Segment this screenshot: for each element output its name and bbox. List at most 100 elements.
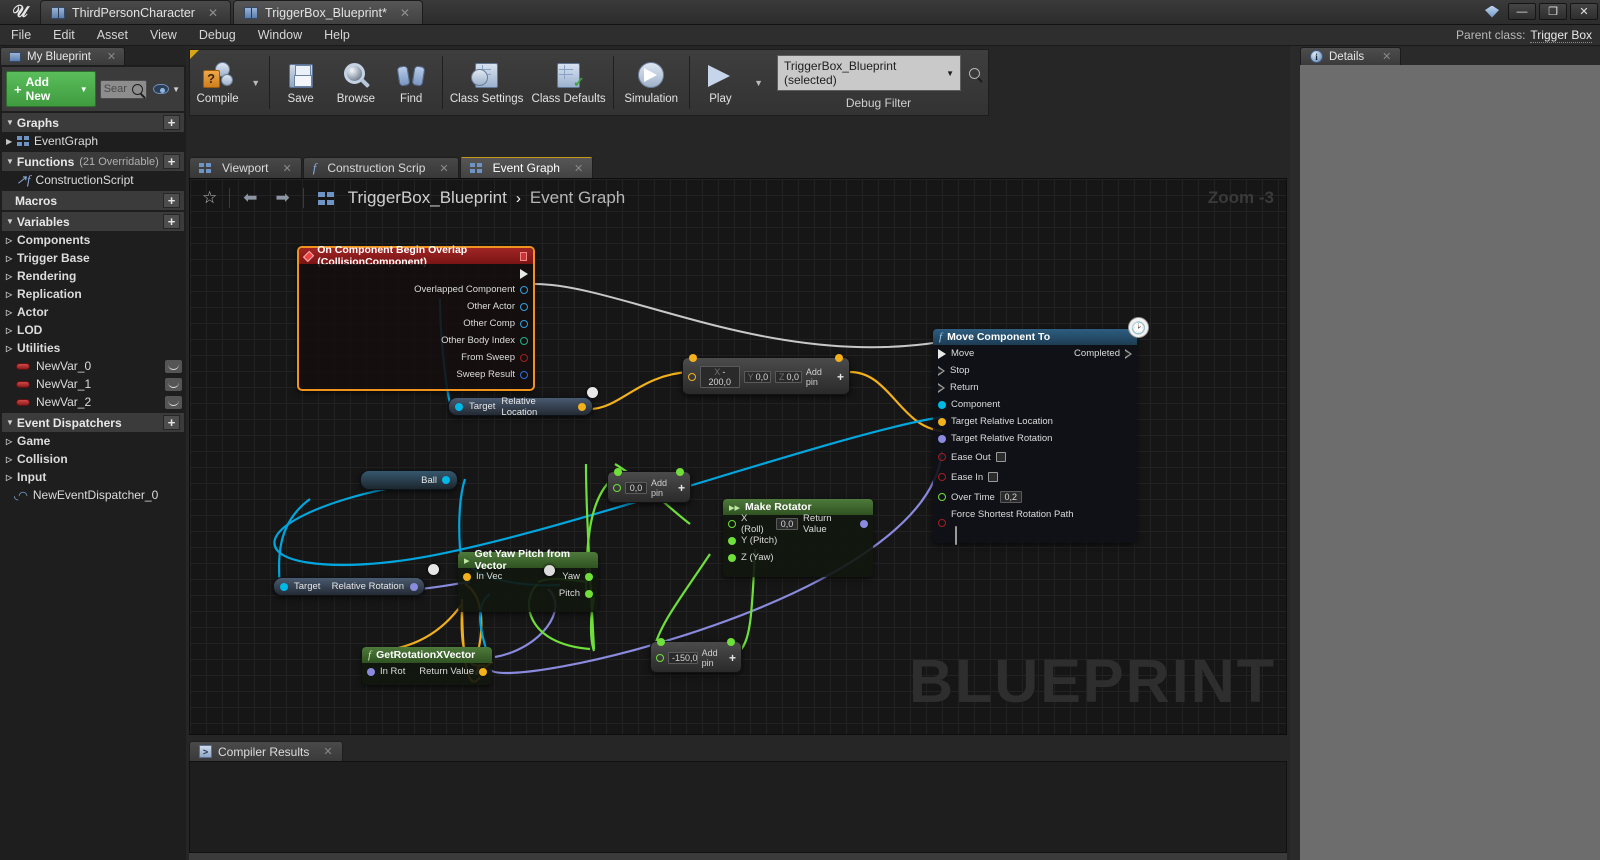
- float-output-pin-icon[interactable]: [676, 468, 684, 476]
- wire-reroute-knot[interactable]: [587, 387, 598, 398]
- object-output-pin-icon[interactable]: [442, 476, 450, 484]
- node-variable-ball[interactable]: Ball: [360, 470, 458, 490]
- close-icon[interactable]: ✕: [282, 162, 291, 175]
- roll-value-field[interactable]: 0,0: [776, 517, 799, 530]
- pin-other-actor[interactable]: Other Actor: [299, 298, 533, 315]
- node-get-relative-location[interactable]: Target Relative Location: [448, 396, 593, 418]
- simulation-button[interactable]: Simulation: [616, 50, 685, 115]
- node-make-vector[interactable]: X -200,0 Y 0,0 Z 0,0 Add pin +: [682, 354, 850, 395]
- window-tab-triggerbox-blueprint[interactable]: TriggerBox_Blueprint* ✕: [233, 0, 423, 24]
- search-icon[interactable]: [969, 67, 980, 79]
- float-value-field[interactable]: -150,0: [668, 652, 698, 664]
- dispatcher-item-neweventdispatcher-0[interactable]: ◟◠ NewEventDispatcher_0: [0, 486, 186, 504]
- compiler-results-list[interactable]: [189, 761, 1287, 853]
- close-icon[interactable]: ✕: [323, 745, 332, 758]
- force-shortest-rotation-path-checkbox[interactable]: [955, 526, 957, 545]
- variable-item-newvar-2[interactable]: NewVar_2: [0, 393, 186, 411]
- pin-ease-out[interactable]: Ease Out: [933, 447, 1137, 467]
- add-new-button[interactable]: + Add New ▼: [6, 71, 96, 107]
- variable-visibility-toggle[interactable]: [165, 377, 182, 391]
- pin-y-pitch[interactable]: Y (Pitch): [723, 532, 873, 549]
- add-graph-button[interactable]: +: [163, 115, 180, 130]
- pin-sweep-result[interactable]: Sweep Result: [299, 366, 533, 383]
- expand-triangle-icon[interactable]: ▷: [6, 344, 12, 353]
- float-input-pin-icon[interactable]: [657, 638, 665, 646]
- pin-x-roll[interactable]: X (Roll) 0,0 Return Value: [723, 513, 873, 535]
- pin-target-relative-rotation[interactable]: Target Relative Rotation: [933, 430, 1137, 447]
- expand-triangle-icon[interactable]: ▷: [6, 254, 12, 263]
- section-macros[interactable]: Macros +: [2, 191, 184, 210]
- tab-details[interactable]: i Details ✕: [1300, 47, 1402, 65]
- save-button[interactable]: Save: [273, 50, 328, 115]
- tab-viewport[interactable]: Viewport ✕: [189, 157, 302, 178]
- float-output-pin-icon[interactable]: [727, 638, 735, 646]
- ease-in-checkbox[interactable]: [988, 472, 999, 482]
- section-graphs[interactable]: ▼ Graphs +: [2, 113, 184, 132]
- expand-triangle-icon[interactable]: ▷: [6, 236, 12, 245]
- float-input-pin-icon[interactable]: [614, 468, 622, 476]
- node-get-rotation-x-vector[interactable]: f GetRotationXVector In Rot Return Value: [362, 647, 492, 685]
- section-functions[interactable]: ▼ Functions (21 Overridable) +: [2, 152, 184, 171]
- target-pin-icon[interactable]: [280, 582, 288, 591]
- dispatcher-category-game[interactable]: ▷ Game: [0, 432, 186, 450]
- node-get-yaw-pitch-from-vector[interactable]: ▸ Get Yaw Pitch from Vector In Vec Yaw P…: [458, 548, 598, 612]
- close-icon[interactable]: ✕: [1382, 50, 1391, 63]
- variable-category-actor[interactable]: ▷ Actor: [0, 303, 186, 321]
- pin-z-yaw[interactable]: Z (Yaw): [723, 549, 873, 566]
- expand-triangle-icon[interactable]: ▶: [6, 137, 12, 146]
- variable-category-utilities[interactable]: ▷ Utilities: [0, 339, 186, 357]
- target-pin-icon[interactable]: [455, 402, 463, 411]
- list-item-eventgraph[interactable]: ▶ EventGraph: [0, 132, 186, 150]
- restore-button[interactable]: ❐: [1539, 3, 1567, 20]
- close-icon[interactable]: ✕: [574, 162, 583, 175]
- menu-item-help[interactable]: Help: [313, 25, 361, 46]
- add-variable-button[interactable]: +: [163, 214, 180, 229]
- variable-category-trigger-base[interactable]: ▷ Trigger Base: [0, 249, 186, 267]
- add-function-button[interactable]: +: [163, 154, 180, 169]
- menu-item-debug[interactable]: Debug: [188, 25, 247, 46]
- vector-x-field[interactable]: X -200,0: [700, 366, 740, 388]
- add-pin-button[interactable]: Add pin +: [702, 648, 736, 668]
- pin-over-time[interactable]: Over Time 0,2: [933, 487, 1137, 507]
- close-icon[interactable]: ✕: [208, 6, 218, 20]
- close-icon[interactable]: ✕: [400, 6, 410, 20]
- pin-other-body-index[interactable]: Other Body Index: [299, 332, 533, 349]
- tab-compiler-results[interactable]: > Compiler Results ✕: [189, 741, 343, 761]
- variable-category-rendering[interactable]: ▷ Rendering: [0, 267, 186, 285]
- node-get-relative-rotation[interactable]: Target Relative Rotation: [273, 577, 425, 596]
- pin-ease-in[interactable]: Ease In: [933, 467, 1137, 487]
- wire-reroute-knot[interactable]: [544, 565, 555, 576]
- dispatcher-category-input[interactable]: ▷ Input: [0, 468, 186, 486]
- rotator-output-pin-icon[interactable]: [860, 519, 868, 528]
- pin-target-relative-location[interactable]: Target Relative Location: [933, 413, 1137, 430]
- float-output-pin-icon[interactable]: [585, 589, 593, 598]
- find-button[interactable]: Find: [384, 50, 439, 115]
- ease-out-checkbox[interactable]: [995, 452, 1006, 462]
- pin-from-sweep[interactable]: From Sweep: [299, 349, 533, 366]
- add-pin-button[interactable]: Add pin +: [651, 478, 685, 498]
- compile-dropdown-button[interactable]: ▼: [245, 50, 266, 115]
- pin-move-exec[interactable]: Move Completed: [933, 345, 1137, 362]
- tab-my-blueprint[interactable]: My Blueprint ✕: [0, 47, 126, 65]
- add-input-pin-icon[interactable]: [656, 654, 664, 662]
- variable-item-newvar-1[interactable]: NewVar_1: [0, 375, 186, 393]
- pin-in-rot[interactable]: In Rot Return Value: [362, 663, 492, 680]
- parent-class-value[interactable]: Trigger Box: [1530, 28, 1592, 43]
- menu-item-view[interactable]: View: [139, 25, 188, 46]
- variable-visibility-toggle[interactable]: [165, 395, 182, 409]
- pin-return-exec[interactable]: Return: [933, 379, 1137, 396]
- node-add-float-top[interactable]: 0,0 Add pin +: [607, 468, 691, 503]
- class-defaults-button[interactable]: ✓ Class Defaults: [528, 50, 610, 115]
- section-event-dispatchers[interactable]: ▼ Event Dispatchers +: [2, 413, 184, 432]
- window-tab-thirdpersoncharacter[interactable]: ThirdPersonCharacter ✕: [40, 0, 232, 24]
- variable-category-replication[interactable]: ▷ Replication: [0, 285, 186, 303]
- expand-triangle-icon[interactable]: ▷: [6, 272, 12, 281]
- browse-button[interactable]: Browse: [328, 50, 383, 115]
- menu-item-file[interactable]: File: [0, 25, 42, 46]
- vector-output-pin-icon[interactable]: [835, 354, 843, 362]
- details-content[interactable]: [1300, 65, 1600, 860]
- node-move-component-to[interactable]: 🕑 f Move Component To Move Completed Sto…: [933, 317, 1149, 545]
- add-macro-button[interactable]: +: [163, 193, 180, 208]
- vector-input-pin-icon[interactable]: [689, 354, 697, 362]
- over-time-field[interactable]: 0,2: [999, 491, 1022, 503]
